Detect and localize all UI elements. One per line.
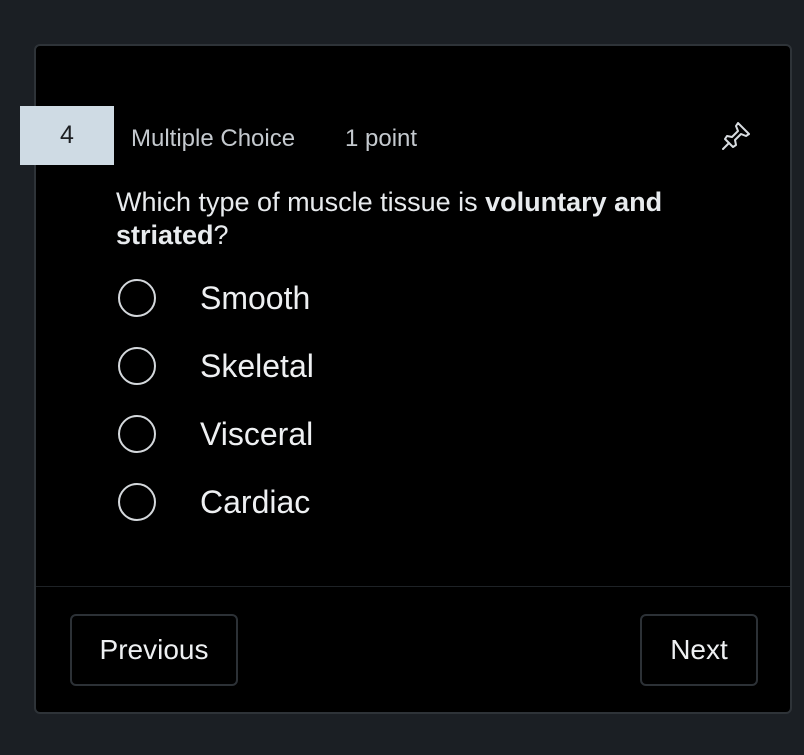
answer-option-label: Cardiac: [200, 483, 311, 520]
question-points: 1 point: [345, 125, 418, 152]
question-text: Which type of muscle tissue is voluntary…: [116, 186, 716, 252]
answer-option-visceral[interactable]: Visceral: [116, 411, 313, 457]
question-text-bold-2: striated: [116, 220, 214, 250]
previous-button[interactable]: Previous: [70, 614, 238, 686]
question-text-bold-1: voluntary and: [485, 187, 663, 217]
next-button[interactable]: Next: [640, 614, 758, 686]
question-type: Multiple Choice: [131, 125, 296, 152]
footer-divider: [36, 586, 790, 587]
question-text-prefix: Which type of muscle tissue is: [116, 187, 486, 217]
radio-button[interactable]: [118, 483, 156, 521]
question-number-badge: 4: [20, 106, 114, 165]
radio-button[interactable]: [118, 279, 156, 317]
answer-option-skeletal[interactable]: Skeletal: [116, 343, 314, 389]
question-text-suffix: ?: [213, 220, 229, 250]
radio-button[interactable]: [118, 347, 156, 385]
pin-icon[interactable]: [718, 118, 754, 154]
answer-option-label: Visceral: [200, 415, 314, 452]
answer-option-label: Smooth: [200, 279, 311, 316]
answer-option-label: Skeletal: [200, 347, 314, 384]
answer-option-smooth[interactable]: Smooth: [116, 275, 310, 321]
answer-option-cardiac[interactable]: Cardiac: [116, 479, 310, 525]
radio-button[interactable]: [118, 415, 156, 453]
question-number: 4: [60, 121, 74, 149]
